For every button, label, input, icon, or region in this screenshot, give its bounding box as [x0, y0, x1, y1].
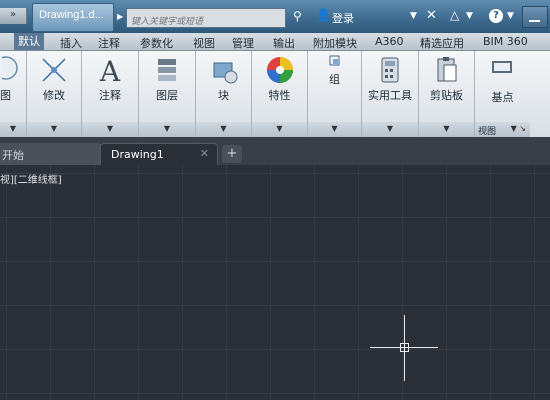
- exchange-icon[interactable]: ✕: [426, 8, 437, 23]
- clipboard-icon: [437, 57, 456, 82]
- panel-annotate-label: 注释: [99, 89, 121, 102]
- panel-footer: ▼: [0, 122, 26, 137]
- panel-modify[interactable]: 修改 ▼: [27, 51, 82, 137]
- tab-bim360[interactable]: BIM 360: [483, 35, 528, 48]
- tab-drawing1-label: Drawing1: [111, 148, 164, 161]
- panel-utilities[interactable]: 实用工具 ▼: [362, 51, 419, 137]
- title-bar: » Drawing1.d... ▶ ⚲ 👤 登录 ▼ ✕ △ ▼ ? ▼: [0, 0, 550, 33]
- group-icon: [329, 55, 339, 66]
- base-view-icon: [491, 61, 512, 73]
- panel-view[interactable]: 基点 视图 ▼ ↘: [475, 51, 530, 137]
- panel-properties[interactable]: 特性 ▼: [252, 51, 308, 137]
- tab-featured-apps[interactable]: 精选应用: [420, 35, 464, 51]
- tab-addins[interactable]: 附加模块: [313, 35, 357, 51]
- tab-annotate[interactable]: 注释: [98, 35, 120, 51]
- tab-view[interactable]: 视图: [193, 35, 215, 51]
- panel-footer: ▼: [419, 122, 474, 137]
- search-box[interactable]: [126, 8, 286, 29]
- login-button[interactable]: 登录: [332, 10, 354, 26]
- tab-a360[interactable]: A360: [375, 35, 404, 48]
- move-icon: [42, 58, 66, 82]
- panel-group[interactable]: 组 ▼: [308, 51, 362, 137]
- minimize-button[interactable]: [522, 6, 548, 28]
- chevron-right-icon: »: [10, 9, 17, 20]
- crosshair-pickbox: [400, 343, 409, 352]
- base-button[interactable]: 基点: [475, 89, 530, 105]
- tab-insert[interactable]: 插入: [60, 35, 82, 51]
- text-icon: A: [99, 55, 121, 85]
- panel-annotate[interactable]: A 注释 ▼: [82, 51, 139, 137]
- chevron-down-icon[interactable]: ▼: [466, 11, 473, 21]
- tab-output[interactable]: 输出: [273, 35, 295, 51]
- color-wheel-icon: [266, 57, 293, 83]
- panel-draw[interactable]: 图 ▼: [0, 51, 27, 137]
- chevron-down-icon[interactable]: ▼: [507, 11, 514, 21]
- draw-icon: [2, 56, 18, 80]
- ribbon: 图 ▼ 修改 ▼ A 注释 ▼ 图层 ▼ 块 ▼ 特性 ▼ 组 ▼ 实用工具 ▼…: [0, 51, 550, 137]
- panel-footer: ▼: [362, 122, 418, 137]
- tab-manage[interactable]: 管理: [232, 35, 254, 51]
- tab-parametric[interactable]: 参数化: [140, 35, 173, 51]
- panel-block-label: 块: [218, 89, 229, 102]
- tab-start-label: 开始: [2, 149, 24, 162]
- viewport-controls[interactable]: 视][二维线框]: [0, 171, 62, 186]
- panel-clipboard[interactable]: 剪贴板 ▼: [419, 51, 475, 137]
- new-tab-button[interactable]: +: [222, 145, 242, 163]
- close-icon[interactable]: ✕: [200, 147, 209, 160]
- panel-footer: ▼: [196, 122, 251, 137]
- a360-icon[interactable]: △: [450, 8, 459, 22]
- panel-footer: ▼: [27, 122, 81, 137]
- panel-block[interactable]: 块 ▼: [196, 51, 252, 137]
- panel-layers-label: 图层: [156, 89, 178, 102]
- panel-footer: ▼: [252, 122, 307, 137]
- tab-start[interactable]: 开始: [0, 143, 102, 165]
- panel-layers[interactable]: 图层 ▼: [139, 51, 196, 137]
- help-icon[interactable]: ?: [489, 9, 503, 23]
- user-icon: 👤: [316, 8, 331, 22]
- svg-text:A: A: [99, 55, 121, 85]
- layers-icon: [158, 59, 176, 81]
- panel-modify-label: 修改: [43, 89, 65, 102]
- block-icon: [213, 62, 237, 84]
- calculator-icon: [381, 57, 399, 83]
- search-input[interactable]: [127, 13, 285, 29]
- panel-properties-label: 特性: [268, 89, 291, 102]
- panel-footer: ▼: [139, 122, 195, 137]
- panel-utilities-label: 实用工具: [368, 89, 412, 102]
- binoculars-icon[interactable]: ⚲: [293, 9, 302, 23]
- tab-drawing1[interactable]: Drawing1 ✕: [100, 143, 218, 166]
- panel-expand-icon[interactable]: ▼ ↘: [511, 124, 526, 133]
- file-tab-label: Drawing1.d...: [39, 9, 104, 21]
- panel-view-label: 视图: [478, 127, 497, 137]
- ribbon-tab-bar: 默认 插入 注释 参数化 视图 管理 输出 附加模块 A360 精选应用 BIM…: [0, 33, 550, 51]
- panel-group-label: 组: [329, 73, 340, 86]
- document-tab-bar: 开始 Drawing1 ✕ +: [0, 137, 550, 166]
- chevron-down-icon[interactable]: ▼: [410, 11, 417, 21]
- panel-draw-label: 图: [0, 89, 11, 102]
- tab-default[interactable]: 默认: [14, 33, 44, 50]
- file-tab[interactable]: Drawing1.d...: [32, 3, 114, 32]
- panel-footer: 视图 ▼ ↘: [475, 122, 530, 137]
- panel-footer: ▼: [308, 122, 361, 137]
- drawing-canvas[interactable]: 视][二维线框]: [0, 165, 550, 400]
- panel-clipboard-label: 剪贴板: [430, 89, 463, 102]
- panel-footer: ▼: [82, 122, 138, 137]
- chevron-right-icon[interactable]: ▶: [117, 12, 123, 21]
